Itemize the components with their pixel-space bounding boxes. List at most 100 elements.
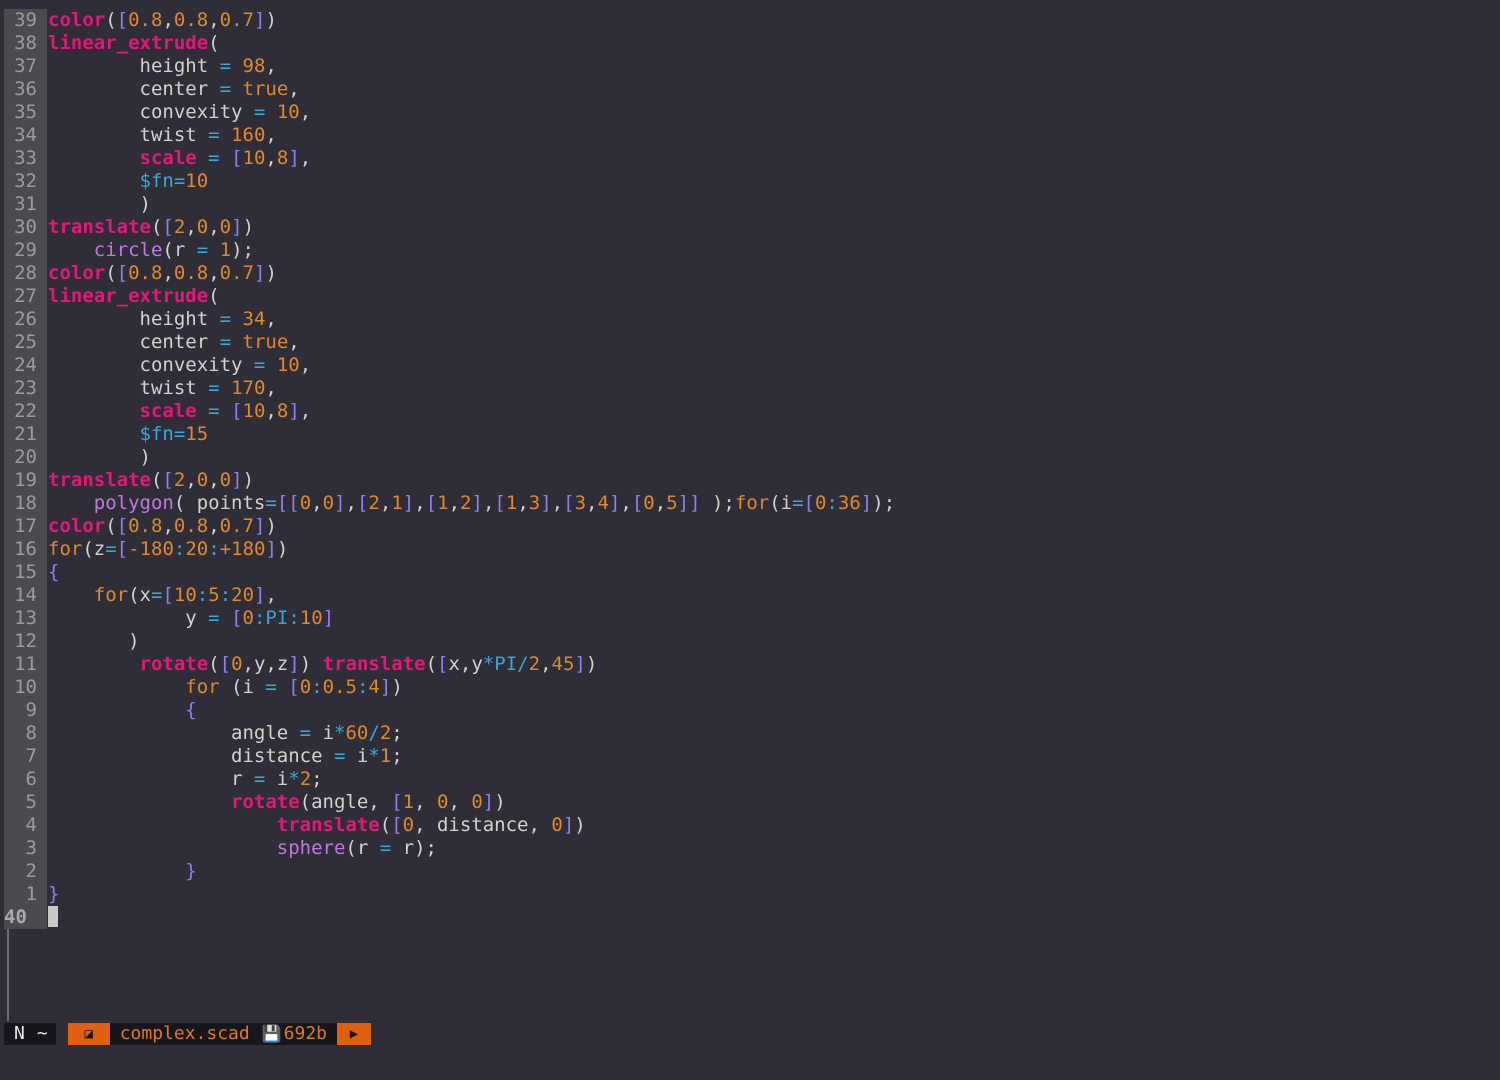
line-number: 30: [14, 216, 37, 238]
code-token: ,: [185, 469, 197, 491]
code-text: for(z=[-180:20:+180]): [48, 538, 288, 561]
code-token: *: [288, 768, 300, 790]
code-token: ]: [482, 791, 495, 813]
code-token: 20: [231, 584, 255, 606]
code-token: 0: [231, 653, 243, 675]
code-token: ]: [254, 9, 266, 31]
code-token: -180: [128, 538, 174, 560]
line-number: 20: [14, 446, 37, 468]
code-token: ): [585, 653, 598, 675]
code-token: :: [173, 538, 186, 560]
line-number: 24: [14, 354, 37, 376]
code-text: ): [48, 193, 151, 216]
code-token: ,: [208, 216, 220, 238]
code-token: ): [276, 538, 289, 560]
line-number: 15: [14, 561, 37, 583]
code-token: 1: [391, 492, 403, 514]
code-token: ]: [231, 216, 243, 238]
line-number: 39: [14, 9, 37, 31]
code-token: for: [185, 676, 220, 698]
code-text: translate([2,0,0]): [48, 216, 254, 239]
code-text: ): [48, 446, 151, 469]
code-token: [: [391, 814, 403, 836]
code-token: (: [105, 9, 117, 31]
code-token: ,: [265, 308, 277, 330]
code-token: ,: [654, 492, 667, 514]
code-token: =: [253, 768, 266, 790]
code-token: :: [356, 676, 369, 698]
code-token: 3: [574, 492, 587, 514]
code-token: =: [792, 492, 804, 514]
code-token: 34: [242, 308, 266, 330]
code-token: (: [150, 469, 163, 491]
code-token: ): [391, 676, 403, 698]
code-token: ): [265, 262, 277, 284]
code-token: /: [368, 722, 380, 744]
cwd-label: ~: [36, 1023, 48, 1044]
code-token: ,: [345, 492, 357, 514]
code-token: ]: [254, 515, 266, 537]
code-text: }: [48, 860, 196, 883]
status-line: N ~ ◪ complex.scad 💾 692b ▶: [4, 1023, 372, 1045]
code-token: =: [265, 492, 277, 514]
line-number: 36: [14, 78, 37, 100]
code-token: 0.8: [173, 262, 209, 284]
code-token: r: [48, 768, 254, 790]
code-token: =: [105, 538, 117, 560]
editor-pane[interactable]: 39 color([0.8,0.8,0.7]) 38 linear_extrude(3…: [0, 0, 1500, 1021]
code-text: $fn=10: [48, 170, 209, 193]
code-token: (: [379, 814, 392, 836]
code-token: *: [368, 745, 380, 767]
code-token: ]]: [677, 492, 701, 514]
code-token: ]: [288, 653, 300, 675]
code-token: ]: [608, 492, 621, 514]
code-token: ): [574, 814, 586, 836]
line-number: 31: [14, 193, 37, 215]
code-token: 0.8: [128, 9, 163, 31]
code-token: PI: [265, 607, 289, 629]
line-number: 6: [25, 768, 37, 790]
code-token: +180: [219, 538, 266, 560]
code-token: 8: [276, 400, 289, 422]
code-token: ]: [254, 262, 266, 284]
code-text: translate([0, distance, 0]): [48, 814, 586, 837]
code-token: color: [48, 9, 106, 31]
code-token: [: [437, 653, 449, 675]
code-token: =: [208, 147, 220, 169]
code-text: for(x=[10:5:20],: [48, 584, 277, 607]
code-text: {: [48, 699, 196, 722]
code-token: 20: [185, 538, 209, 560]
code-token: translate: [48, 216, 151, 238]
code-token: scale: [139, 400, 197, 422]
code-token: =: [208, 377, 220, 399]
code-token: [: [231, 607, 243, 629]
code-token: 10: [185, 170, 209, 192]
code-token: (angle,: [299, 791, 392, 813]
code-token: scale: [139, 147, 197, 169]
code-token: 0.7: [219, 515, 254, 537]
code-text: sphere(r = r);: [48, 837, 437, 860]
code-token: [: [563, 492, 575, 514]
code-token: ;: [391, 745, 403, 767]
code-token: ,: [517, 492, 529, 514]
code-token: 0: [643, 492, 655, 514]
code-token: 10: [276, 354, 300, 376]
code-token: (: [105, 515, 117, 537]
arrow-right-icon: ▶: [337, 1023, 372, 1045]
code-token: =: [253, 101, 266, 123]
code-token: [: [356, 492, 369, 514]
code-token: convexity: [48, 101, 254, 123]
line-number: 26: [14, 308, 37, 330]
code-token: :: [826, 492, 838, 514]
code-token: =: [299, 722, 312, 744]
code-token: x,y: [448, 653, 483, 675]
code-token: 0: [436, 791, 449, 813]
code-token: 170: [231, 377, 266, 399]
code-token: ,: [265, 377, 277, 399]
